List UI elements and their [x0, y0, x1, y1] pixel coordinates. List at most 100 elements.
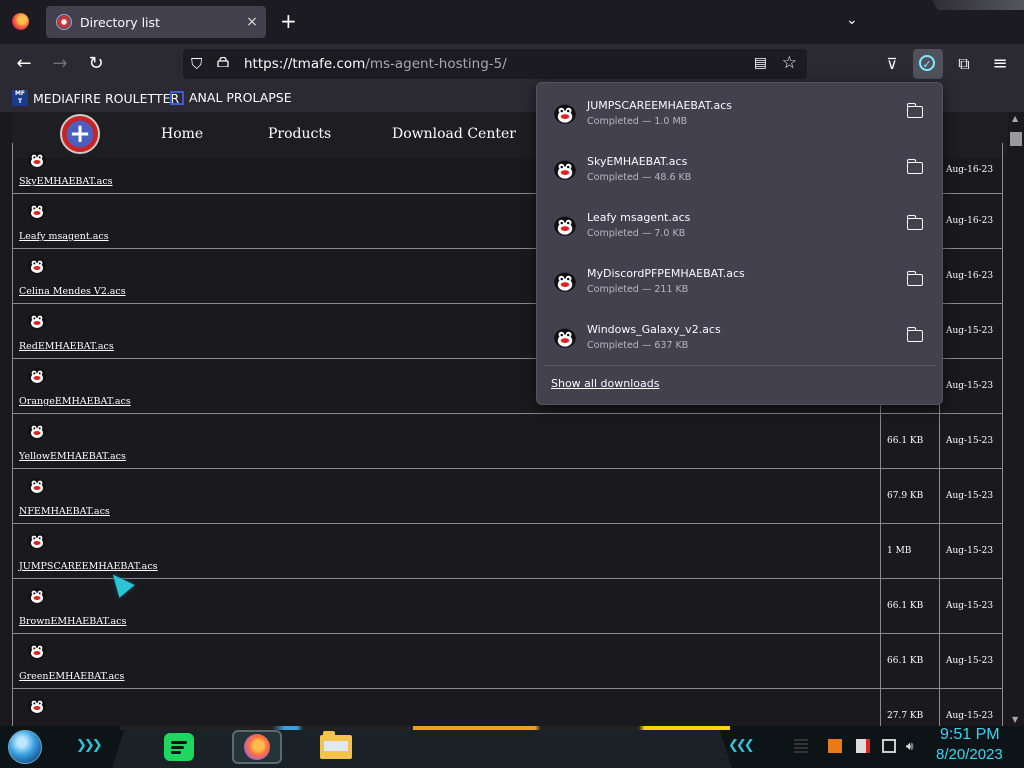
file-name-cell: NFEMHAEBAT.acs [12, 469, 881, 523]
extensions-puzzle-icon[interactable]: ⧉ [953, 53, 975, 75]
file-link[interactable]: NFEMHAEBAT.acs [19, 506, 110, 517]
nav-products-link[interactable]: Products [268, 126, 331, 142]
tracking-protection-shield-icon[interactable]: ⛉ [191, 55, 202, 73]
firefox-menu-icon[interactable] [12, 13, 29, 30]
taskbar-chevron-icon: ❯❯❯ [76, 738, 103, 753]
url-text[interactable]: https://tmafe.com/ms-agent-hosting-5/ [244, 56, 507, 72]
tab-directory-list[interactable]: Directory list × [46, 6, 266, 38]
download-file-icon [553, 269, 577, 293]
file-size-cell: 66.1 KB [881, 579, 940, 633]
scroll-down-arrow-icon[interactable]: ▼ [1012, 715, 1018, 724]
file-size-cell: 66.1 KB [881, 634, 940, 688]
download-filename: SkyEMHAEBAT.acs [587, 155, 688, 168]
scroll-up-arrow-icon[interactable]: ▲ [1012, 114, 1018, 123]
downloads-button[interactable]: ✓ [913, 49, 943, 79]
file-size-cell: 1 MB [881, 524, 940, 578]
file-size-cell: 66.1 KB [881, 414, 940, 468]
taskbar-decoration-band [120, 726, 730, 730]
file-link[interactable]: BrownEMHAEBAT.acs [19, 616, 126, 627]
show-in-folder-icon[interactable] [906, 103, 923, 118]
agent-character-icon [28, 533, 46, 549]
file-explorer-taskbar-icon[interactable] [320, 731, 352, 759]
file-link[interactable]: GreenEMHAEBAT.acs [19, 671, 124, 682]
file-link[interactable]: Celina Mendes V2.acs [19, 286, 126, 297]
download-filename: Leafy msagent.acs [587, 211, 691, 224]
download-file-icon [553, 213, 577, 237]
file-date: Aug-15-23 [946, 601, 994, 611]
network-icon[interactable] [882, 739, 896, 753]
download-filename: JUMPSCAREEMHAEBAT.acs [587, 99, 733, 112]
downloads-panel: Show all downloads JUMPSCAREEMHAEBAT.acs… [536, 82, 943, 405]
spotify-taskbar-icon[interactable] [164, 733, 194, 761]
file-date: Aug-16-23 [946, 216, 994, 226]
hamburger-menu-icon[interactable]: ≡ [989, 53, 1011, 75]
forward-arrow-icon[interactable]: → [49, 53, 71, 75]
show-in-folder-icon[interactable] [906, 159, 923, 174]
file-date: Aug-15-23 [946, 491, 994, 501]
download-item[interactable]: SkyEMHAEBAT.acs Completed — 48.6 KB [537, 141, 942, 197]
show-in-folder-icon[interactable] [906, 215, 923, 230]
new-tab-button[interactable]: + [280, 11, 297, 31]
taskbar: ❯❯❯ ❮❮❮ 🔊︎ 9:51 PM 8/20/2023 [0, 726, 1024, 768]
download-item[interactable]: MyDiscordPFPEMHAEBAT.acs Completed — 211 … [537, 253, 942, 309]
file-size: 1 MB [887, 546, 912, 556]
show-in-folder-icon[interactable] [906, 327, 923, 342]
file-link[interactable]: RedEMHAEBAT.acs [19, 341, 114, 352]
table-row: BrownEMHAEBAT.acs 66.1 KB Aug-15-23 [12, 579, 1003, 634]
file-link[interactable]: JUMPSCAREEMHAEBAT.acs [19, 561, 158, 572]
window-decoration [932, 0, 1024, 10]
start-button-icon[interactable] [8, 730, 42, 764]
clock-date[interactable]: 8/20/2023 [936, 746, 1003, 763]
file-size-cell: 67.9 KB [881, 469, 940, 523]
show-hidden-icons-icon[interactable] [794, 739, 808, 753]
download-item[interactable]: Leafy msagent.acs Completed — 7.0 KB [537, 197, 942, 253]
tab-close-icon[interactable]: × [244, 14, 260, 30]
download-item[interactable]: Windows_Galaxy_v2.acs Completed — 637 KB [537, 309, 942, 365]
volume-icon[interactable]: 🔊︎ [906, 739, 920, 753]
download-item[interactable]: JUMPSCAREEMHAEBAT.acs Completed — 1.0 MB [537, 85, 942, 141]
address-bar[interactable]: ⛉ https://tmafe.com/ms-agent-hosting-5/ … [183, 49, 807, 79]
bookmark-star-icon[interactable]: ☆ [782, 53, 797, 73]
sublime-tray-icon[interactable] [828, 739, 842, 753]
show-in-folder-icon[interactable] [906, 271, 923, 286]
list-all-tabs-button[interactable]: ⌄ [846, 12, 858, 28]
file-date-cell: Aug-16-23 [940, 143, 1003, 193]
agent-character-icon [554, 160, 576, 180]
table-row: 27.7 KB Aug-15-23 [12, 689, 1003, 726]
reload-icon[interactable]: ↻ [85, 53, 107, 75]
pocket-icon[interactable]: ⊽ [881, 53, 903, 75]
file-link[interactable]: SkyEMHAEBAT.acs [19, 176, 113, 187]
bookmark-second[interactable]: ANAL PROLAPSE [170, 90, 292, 105]
file-size: 66.1 KB [887, 656, 924, 666]
back-arrow-icon[interactable]: ← [13, 53, 35, 75]
file-date-cell: Aug-15-23 [940, 414, 1003, 468]
page-scrollbar[interactable]: ▲ ▼ [1008, 112, 1024, 726]
file-date: Aug-15-23 [946, 656, 994, 666]
agent-character-icon [28, 478, 46, 494]
clock-time[interactable]: 9:51 PM [940, 726, 1000, 744]
agent-character-icon [28, 588, 46, 604]
file-link[interactable]: Leafy msagent.acs [19, 231, 109, 242]
action-center-icon[interactable] [856, 739, 870, 753]
file-link[interactable]: YellowEMHAEBAT.acs [19, 451, 126, 462]
download-filename: MyDiscordPFPEMHAEBAT.acs [587, 267, 745, 280]
ms-agent-file-icon [27, 149, 47, 169]
scrollbar-thumb[interactable] [1010, 132, 1022, 146]
file-size: 67.9 KB [887, 491, 924, 501]
firefox-taskbar-icon[interactable] [244, 734, 270, 760]
file-date: Aug-15-23 [946, 711, 994, 721]
file-date-cell: Aug-15-23 [940, 524, 1003, 578]
reader-view-icon[interactable]: ▤ [754, 55, 767, 71]
table-row: GreenEMHAEBAT.acs 66.1 KB Aug-15-23 [12, 634, 1003, 689]
download-file-icon [553, 101, 577, 125]
agent-character-icon [28, 368, 46, 384]
ms-agent-file-icon [27, 200, 47, 220]
nav-home-link[interactable]: Home [161, 126, 203, 142]
show-all-downloads-button[interactable]: Show all downloads [551, 377, 659, 390]
file-link[interactable]: OrangeEMHAEBAT.acs [19, 396, 131, 407]
url-path: /ms-agent-hosting-5/ [365, 56, 507, 72]
bookmark-mediafire-rouletter[interactable]: MF T MEDIAFIRE ROULETTER [12, 90, 179, 106]
nav-download-center-link[interactable]: Download Center [392, 126, 516, 142]
lock-icon[interactable] [217, 57, 229, 67]
agent-character-icon [28, 258, 46, 274]
